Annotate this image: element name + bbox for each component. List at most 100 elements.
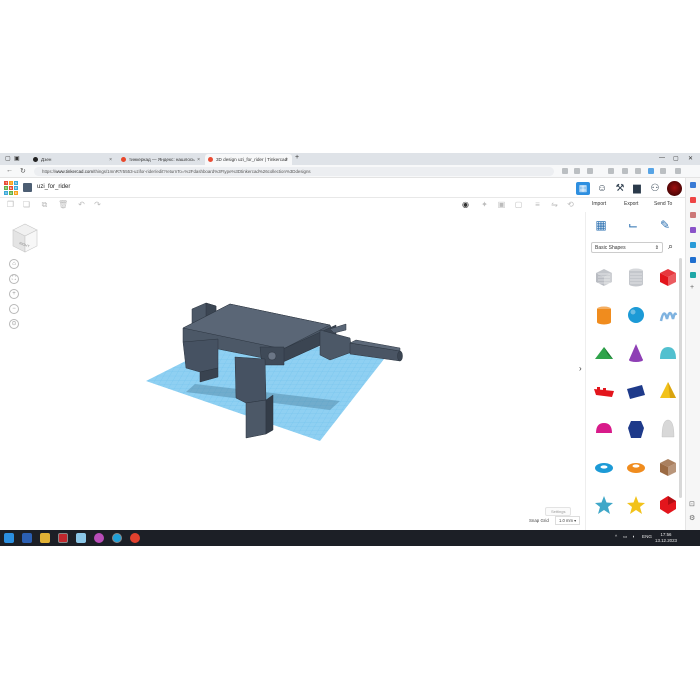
search-sidebar-icon[interactable] <box>690 182 696 188</box>
snap-grid-select[interactable]: 1.0 mm ▾ <box>555 516 581 525</box>
app-red-icon[interactable] <box>58 533 68 543</box>
shape-star-icon[interactable] <box>592 493 616 517</box>
align-icon[interactable]: ≡ <box>533 200 542 209</box>
duplicate-icon[interactable]: ⧉ <box>40 200 49 209</box>
cruise-icon[interactable]: ⟲ <box>566 200 575 209</box>
shape-polygon-icon[interactable] <box>624 417 648 441</box>
start-icon[interactable] <box>4 533 14 543</box>
photos-icon[interactable] <box>94 533 104 543</box>
shape-torus-icon[interactable] <box>592 455 616 479</box>
file-explorer-icon[interactable] <box>40 533 50 543</box>
notes-panel-icon[interactable]: ✎ <box>656 218 674 234</box>
collapse-panel-icon[interactable]: › <box>579 364 582 373</box>
outlook-icon[interactable] <box>690 257 696 263</box>
new-tab-button[interactable]: + <box>295 154 299 161</box>
profile-icon[interactable]: ▢ <box>5 155 11 162</box>
delete-icon[interactable]: 🗑 <box>58 200 68 209</box>
add-sidebar-icon[interactable]: + <box>690 284 694 291</box>
notepad-icon[interactable] <box>76 533 86 543</box>
ruler-icon[interactable]: ⌙ <box>624 218 642 234</box>
avatar[interactable] <box>667 181 682 196</box>
extensions-icon[interactable] <box>648 168 654 174</box>
export-button[interactable]: Export <box>624 201 638 207</box>
shape-sphere-icon[interactable] <box>624 303 648 327</box>
language-indicator[interactable]: ENG <box>642 534 652 539</box>
tab-tinkercad[interactable]: 3D design uzi_for_rider | Tinkercad × <box>205 154 292 165</box>
maximize-icon[interactable]: ▢ <box>673 155 679 162</box>
word-icon[interactable] <box>22 533 32 543</box>
performance-icon[interactable] <box>660 168 666 174</box>
design-title[interactable]: uzi_for_rider <box>37 184 70 190</box>
close-window-icon[interactable]: ✕ <box>688 155 693 162</box>
network-icon[interactable]: ▭ <box>623 534 627 540</box>
shape-scribble-icon[interactable] <box>656 303 680 327</box>
shape-cylinder-striped-icon[interactable] <box>624 265 648 289</box>
notes-icon[interactable]: ◉ <box>461 200 470 209</box>
shape-wedge-icon[interactable] <box>624 379 648 403</box>
shape-tube-icon[interactable] <box>624 455 648 479</box>
shape-box-icon[interactable] <box>656 265 680 289</box>
shopping-icon[interactable] <box>690 197 696 203</box>
add-user-icon[interactable]: ⚇ <box>648 182 662 195</box>
import-button[interactable]: Import <box>592 201 606 207</box>
shape-cylinder-icon[interactable] <box>592 303 616 327</box>
undo-icon[interactable]: ↶ <box>77 200 86 209</box>
community-icon[interactable]: ☺ <box>595 182 609 195</box>
shape-roof-icon[interactable] <box>592 341 616 365</box>
split-screen-icon[interactable] <box>608 168 614 174</box>
clock[interactable]: 17:56 13.12.2023 <box>655 532 677 544</box>
shape-star-yellow-icon[interactable] <box>624 493 648 517</box>
tools-icon[interactable] <box>690 212 696 218</box>
workplane-icon[interactable]: ▦ <box>592 218 610 234</box>
paste-icon[interactable]: ❏ <box>22 200 31 209</box>
shape-half-sphere-icon[interactable] <box>592 417 616 441</box>
collections-icon[interactable] <box>635 168 641 174</box>
read-aloud-icon[interactable] <box>562 168 568 174</box>
search-icon[interactable]: ⌕ <box>668 241 673 252</box>
chrome-icon[interactable] <box>130 533 140 543</box>
shape-cone-icon[interactable] <box>624 341 648 365</box>
shape-shape-generator-icon[interactable] <box>656 455 680 479</box>
shape-paraboloid-icon[interactable] <box>656 417 680 441</box>
shape-text-icon[interactable] <box>592 379 616 403</box>
design-list-icon[interactable] <box>23 183 32 192</box>
workplane-canvas[interactable]: RIGHT ⌂ ⛶ + − ⊙ › Settings Snap Grid 1.0… <box>0 212 585 530</box>
shape-icosahedron-icon[interactable] <box>656 493 680 517</box>
tray-chevron-icon[interactable]: ^ <box>615 534 617 539</box>
ungroup-icon[interactable]: ▢ <box>514 200 523 209</box>
bricks-icon[interactable]: ▆ <box>630 182 644 195</box>
codeblocks-icon[interactable]: ⚒ <box>613 182 627 195</box>
shape-pyramid-icon[interactable] <box>656 379 680 403</box>
hide-sidebar-icon[interactable]: ⊡ <box>689 500 695 508</box>
drop-icon[interactable] <box>690 272 696 278</box>
url-field[interactable]: https://www.tinkercad.com/things/1mnR7r5… <box>34 167 554 176</box>
3d-view-grid-icon[interactable]: ▦ <box>576 182 590 195</box>
shape-category-select[interactable]: Basic Shapes ⇕ <box>591 242 663 253</box>
tab-close-icon[interactable]: × <box>109 157 112 163</box>
games-icon[interactable] <box>690 227 696 233</box>
zoom-icon[interactable] <box>574 168 580 174</box>
favorite-star-icon[interactable] <box>587 168 593 174</box>
mirror-icon[interactable]: ⇋ <box>550 200 559 209</box>
back-icon[interactable]: ← <box>6 167 13 174</box>
favorites-icon[interactable] <box>622 168 628 174</box>
tinkercad-logo[interactable]: T I N K E R C A D <box>4 181 18 195</box>
group-icon[interactable]: ▣ <box>497 200 506 209</box>
tab-actions-icon[interactable]: ▣ <box>14 155 20 162</box>
settings-more-icon[interactable] <box>675 168 681 174</box>
tab-close-icon[interactable]: × <box>285 157 288 163</box>
redo-icon[interactable]: ↷ <box>93 200 102 209</box>
tab-close-icon[interactable]: × <box>197 157 200 163</box>
sidebar-settings-icon[interactable]: ⚙ <box>689 514 695 522</box>
reload-icon[interactable]: ↻ <box>20 167 26 175</box>
light-bulb-icon[interactable]: ✦ <box>480 200 489 209</box>
minimize-icon[interactable]: — <box>659 155 665 161</box>
volume-icon[interactable]: ◖ <box>632 534 635 539</box>
office-icon[interactable] <box>690 242 696 248</box>
settings-button[interactable]: Settings <box>545 507 572 516</box>
tab-dzen[interactable]: Дзен × <box>30 154 116 165</box>
shape-round-roof-icon[interactable] <box>656 341 680 365</box>
edge-icon[interactable] <box>112 533 122 543</box>
send-to-button[interactable]: Send To <box>654 201 672 207</box>
copy-icon[interactable]: ❐ <box>6 200 15 209</box>
